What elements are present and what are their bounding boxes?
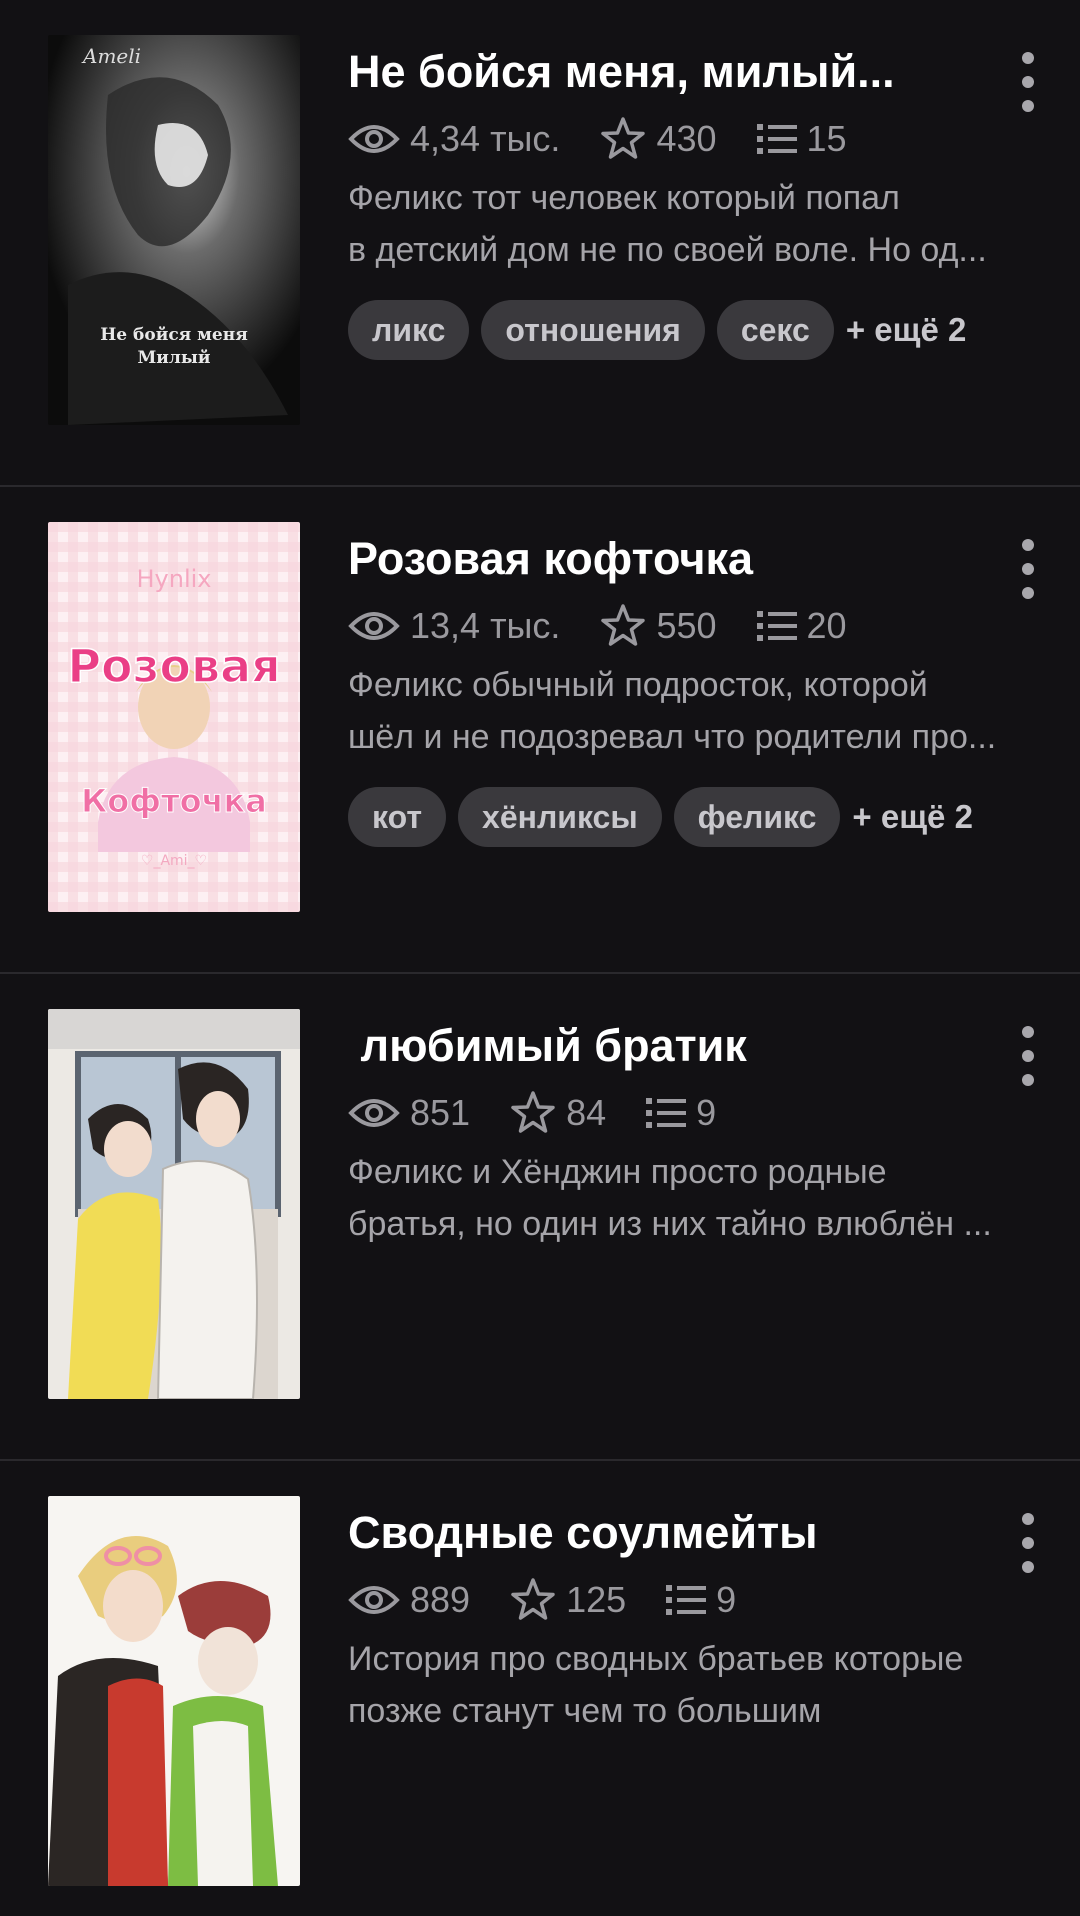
views-stat: 851 xyxy=(348,1092,470,1134)
description-line: Феликс обычный подросток, которой xyxy=(348,666,928,704)
votes-count: 125 xyxy=(566,1579,627,1620)
story-info: любимый братик 851 84 9 Феликс и Хёнджин… xyxy=(348,1014,1038,1250)
cover-title-text: Милый xyxy=(137,348,210,368)
story-description: Феликс тот человек который попал в детск… xyxy=(348,172,1038,276)
more-tags-link[interactable]: + ещё 2 xyxy=(852,798,973,836)
views-count: 13,4 тыс. xyxy=(410,605,561,646)
star-icon xyxy=(511,1091,555,1133)
story-info: Розовая кофточка 13,4 тыс. 550 20 Феликс… xyxy=(348,527,1038,847)
description-line: в детский дом не по своей воле. Но од... xyxy=(348,231,987,269)
description-line: Феликс тот человек который попал xyxy=(348,179,900,217)
votes-count: 430 xyxy=(656,118,717,159)
story-description: История про сводных братьев которые позж… xyxy=(348,1633,1038,1737)
tag-chip[interactable]: секс xyxy=(716,300,834,360)
parts-count: 9 xyxy=(696,1092,717,1133)
story-stats: 13,4 тыс. 550 20 xyxy=(348,601,1038,651)
more-vertical-icon[interactable] xyxy=(1014,52,1042,112)
tag-chip[interactable]: феликс xyxy=(673,787,841,847)
eye-icon xyxy=(348,125,400,153)
story-info: Не бойся меня, милый... 4,34 тыс. 430 15… xyxy=(348,40,1038,360)
votes-count: 550 xyxy=(656,605,717,646)
parts-stat: 20 xyxy=(756,605,847,647)
story-cover[interactable] xyxy=(48,1009,300,1399)
list-icon xyxy=(756,611,797,641)
more-vertical-icon[interactable] xyxy=(1014,1026,1042,1086)
description-line: братья, но один из них тайно влюблён ... xyxy=(348,1205,992,1243)
story-info: Сводные соулмейты 889 125 9 История про … xyxy=(348,1501,1038,1737)
list-icon xyxy=(666,1585,707,1615)
list-icon xyxy=(756,124,797,154)
views-stat: 13,4 тыс. xyxy=(348,605,560,647)
story-stats: 889 125 9 xyxy=(348,1575,1038,1625)
tag-chip[interactable]: хёнликсы xyxy=(458,787,662,847)
star-icon xyxy=(601,117,646,159)
cover-title-text: Кофточка xyxy=(81,782,267,820)
parts-count: 15 xyxy=(806,118,847,159)
eye-icon xyxy=(348,1586,400,1614)
description-line: История про сводных братьев которые xyxy=(348,1640,964,1678)
story-title[interactable]: Сводные соулмейты xyxy=(348,1501,968,1565)
views-count: 851 xyxy=(410,1092,471,1133)
views-stat: 889 xyxy=(348,1579,470,1621)
story-cover[interactable]: Ameli Не бойся меня Милый xyxy=(48,35,300,425)
parts-stat: 9 xyxy=(646,1092,716,1134)
cover-title-text: Розовая xyxy=(67,639,280,693)
story-card[interactable]: Сводные соулмейты 889 125 9 История про … xyxy=(0,1461,1080,1916)
star-icon xyxy=(601,604,646,646)
story-stats: 851 84 9 xyxy=(348,1088,1038,1138)
description-line: позже станут чем то большим xyxy=(348,1692,822,1730)
story-list: Ameli Не бойся меня Милый Не бойся меня,… xyxy=(0,0,1080,1916)
views-count: 889 xyxy=(410,1579,471,1620)
cover-author-text: Hynlix xyxy=(137,565,212,593)
votes-count: 84 xyxy=(566,1092,607,1133)
story-description: Феликс обычный подросток, которой шёл и … xyxy=(348,659,1038,763)
views-stat: 4,34 тыс. xyxy=(348,118,560,160)
eye-icon xyxy=(348,612,400,640)
list-icon xyxy=(646,1098,687,1128)
story-cover[interactable] xyxy=(48,1496,300,1886)
story-stats: 4,34 тыс. 430 15 xyxy=(348,114,1038,164)
tag-chip[interactable]: отношения xyxy=(481,300,705,360)
story-tags: кот хёнликсы феликс + ещё 2 xyxy=(348,787,1038,847)
more-vertical-icon[interactable] xyxy=(1014,539,1042,599)
votes-stat: 125 xyxy=(510,1577,626,1623)
story-description: Феликс и Хёнджин просто родные братья, н… xyxy=(348,1146,1038,1250)
story-card[interactable]: любимый братик 851 84 9 Феликс и Хёнджин… xyxy=(0,974,1080,1461)
cover-author-text: Ameli xyxy=(81,44,141,68)
parts-stat: 9 xyxy=(666,1579,736,1621)
tag-chip[interactable]: кот xyxy=(348,787,447,847)
eye-icon xyxy=(348,1099,400,1127)
parts-count: 9 xyxy=(716,1579,737,1620)
star-icon xyxy=(511,1578,555,1620)
parts-count: 20 xyxy=(806,605,847,646)
cover-title-text: Не бойся меня xyxy=(100,325,248,345)
story-title[interactable]: Не бойся меня, милый... xyxy=(348,40,968,104)
more-tags-link[interactable]: + ещё 2 xyxy=(846,311,967,349)
votes-stat: 550 xyxy=(600,603,717,649)
description-line: шёл и не подозревал что родители про... xyxy=(348,718,997,756)
story-tags: ликс отношения секс + ещё 2 xyxy=(348,300,1038,360)
views-count: 4,34 тыс. xyxy=(410,118,561,159)
votes-stat: 84 xyxy=(510,1090,606,1136)
story-title[interactable]: любимый братик xyxy=(348,1014,968,1078)
tag-chip[interactable]: ликс xyxy=(348,300,470,360)
cover-signature: ♡_Ami_♡ xyxy=(141,853,207,869)
story-card[interactable]: Ameli Не бойся меня Милый Не бойся меня,… xyxy=(0,0,1080,487)
parts-stat: 15 xyxy=(756,118,847,160)
story-title[interactable]: Розовая кофточка xyxy=(348,527,968,591)
more-vertical-icon[interactable] xyxy=(1014,1513,1042,1573)
description-line: Феликс и Хёнджин просто родные xyxy=(348,1153,887,1191)
story-cover[interactable]: Hynlix Розовая Кофточка ♡_Ami_♡ xyxy=(48,522,300,912)
votes-stat: 430 xyxy=(600,116,717,162)
story-card[interactable]: Hynlix Розовая Кофточка ♡_Ami_♡ Розовая … xyxy=(0,487,1080,974)
